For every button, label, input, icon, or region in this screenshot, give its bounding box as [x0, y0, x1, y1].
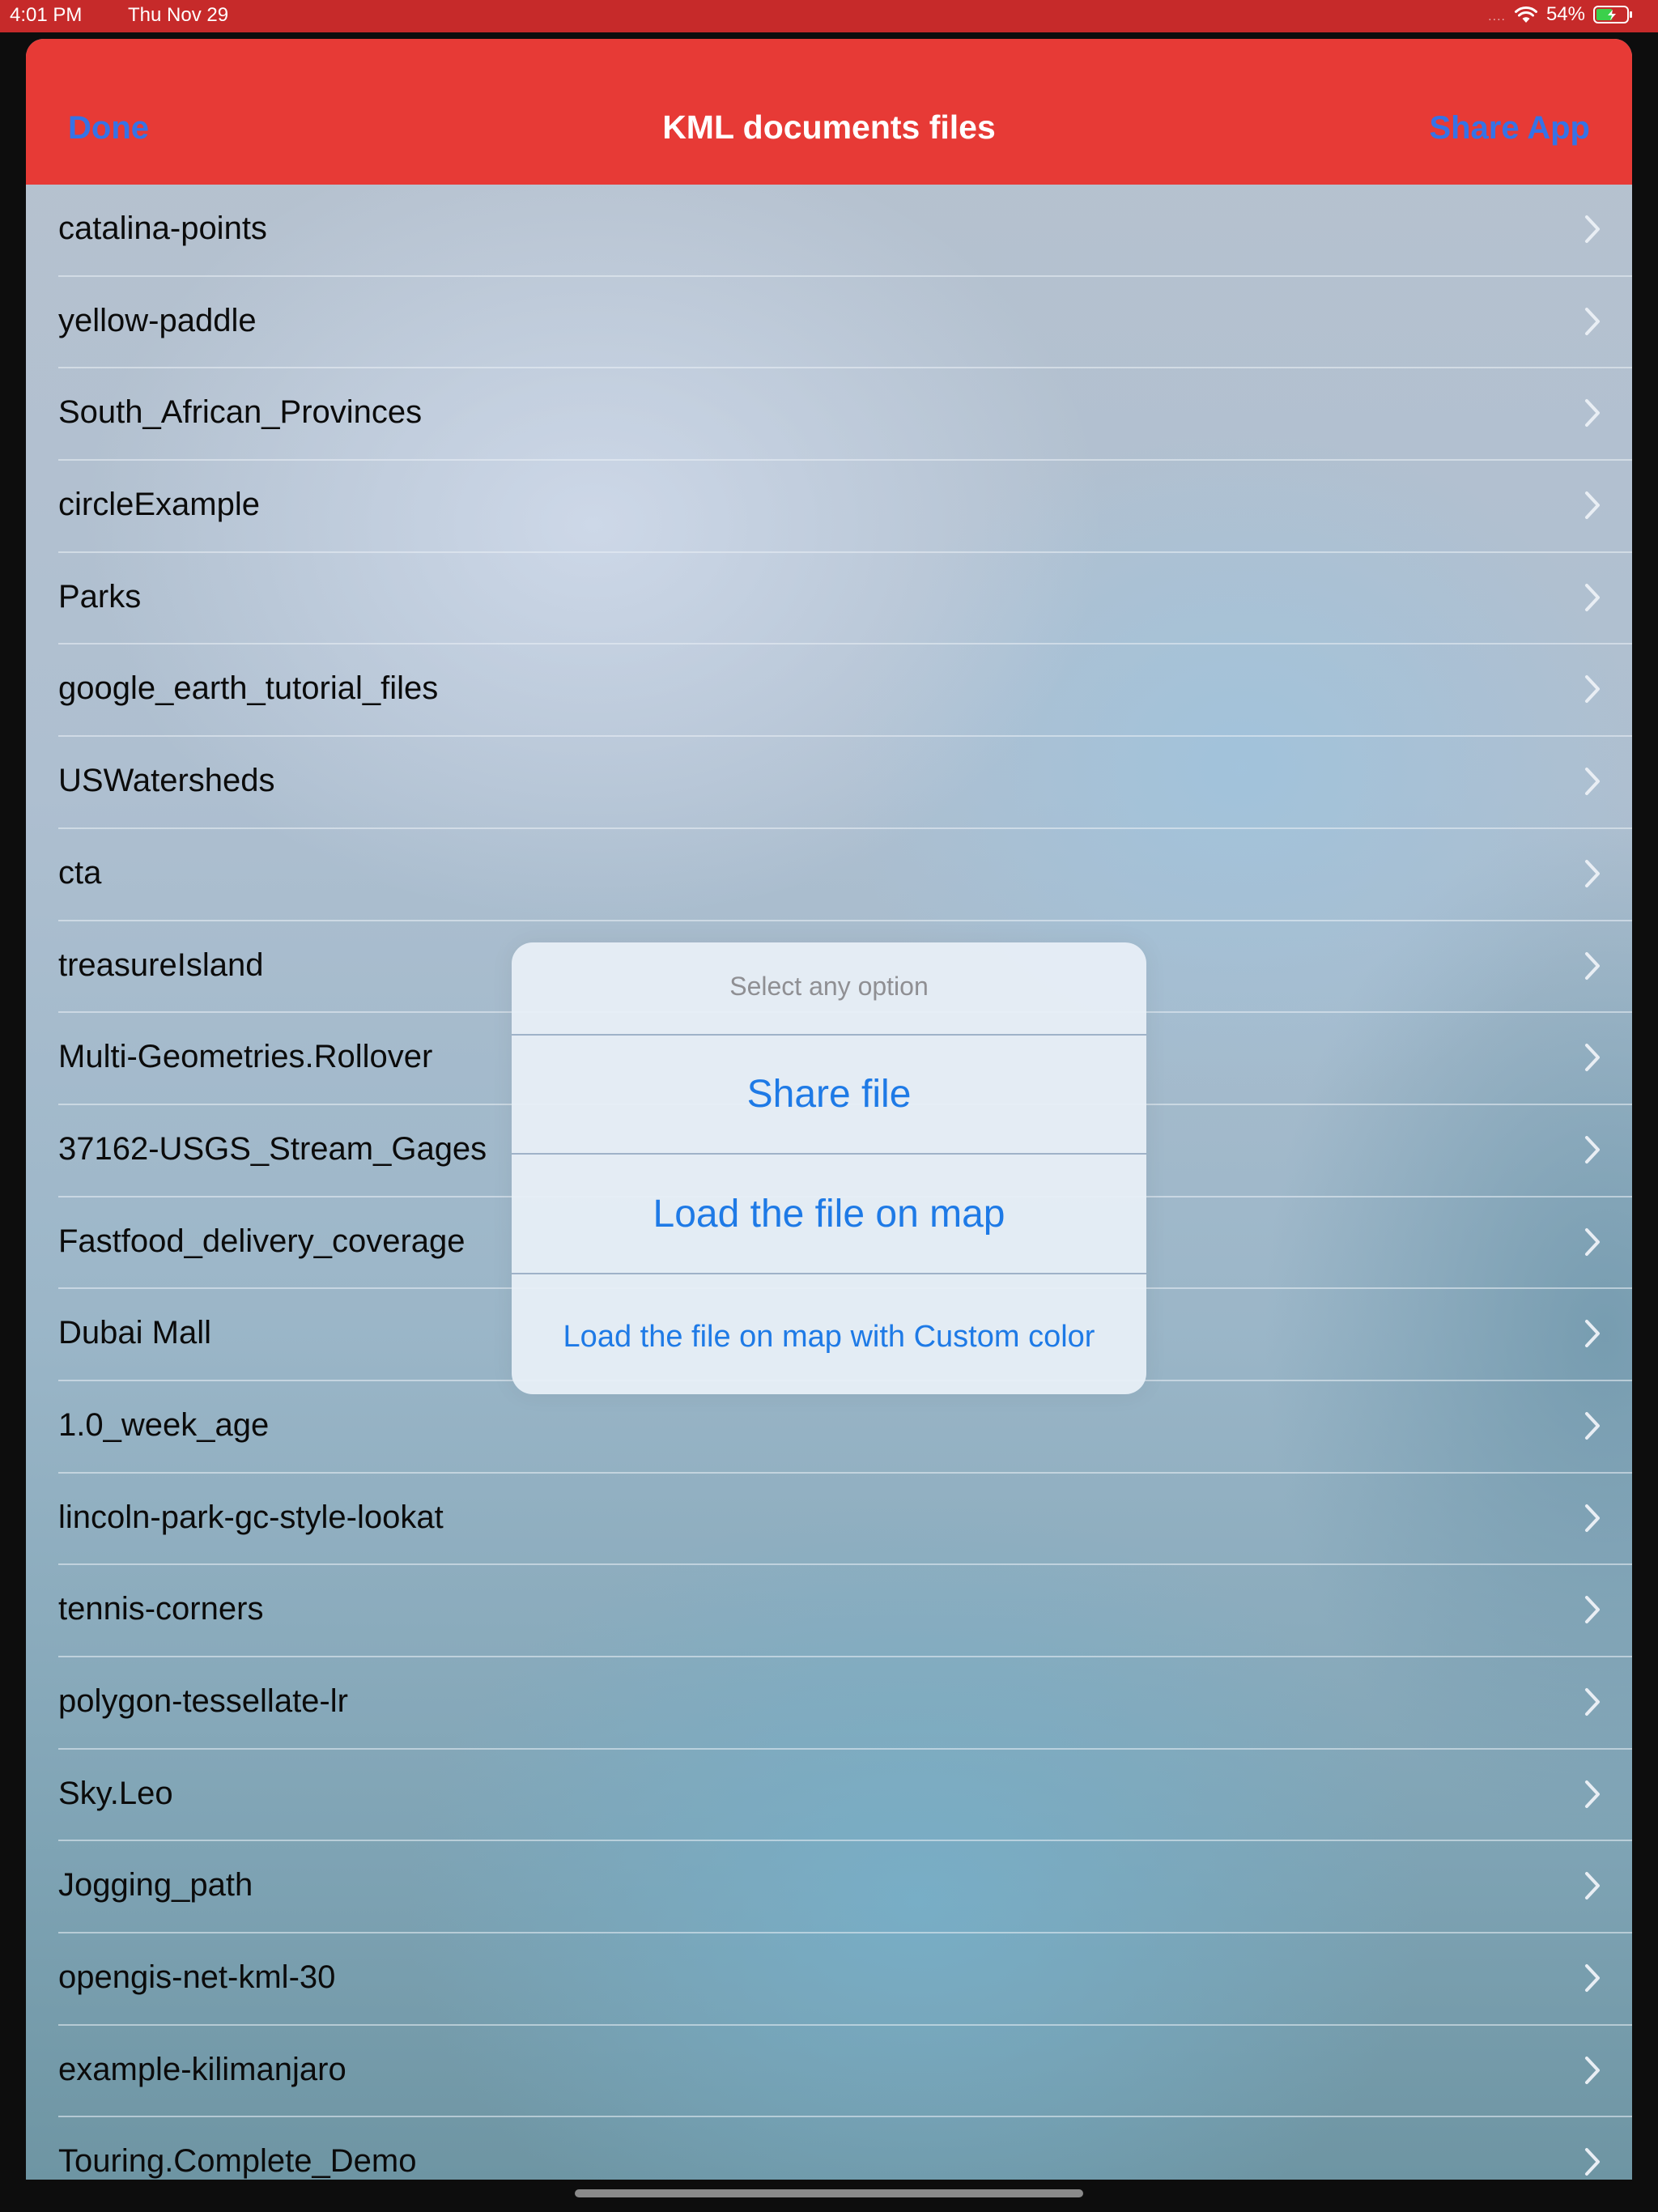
chevron-right-icon	[1584, 1503, 1601, 1534]
page-title: KML documents files	[662, 108, 996, 146]
file-name: cta	[58, 854, 102, 891]
list-item[interactable]: Jogging_path	[26, 1841, 1632, 1933]
share-app-button[interactable]: Share App	[1429, 110, 1590, 147]
popover-divider	[512, 1034, 1146, 1036]
list-item[interactable]: opengis-net-kml-30	[26, 1933, 1632, 2026]
list-item[interactable]: Parks	[26, 553, 1632, 645]
file-name: google_earth_tutorial_files	[58, 670, 439, 707]
file-name: yellow-paddle	[58, 302, 257, 338]
battery-percent: 54%	[1545, 3, 1585, 25]
list-item[interactable]: catalina-points	[26, 185, 1632, 277]
chevron-right-icon	[1584, 858, 1601, 889]
list-item[interactable]: tennis-corners	[26, 1565, 1632, 1657]
file-name: catalina-points	[58, 211, 267, 246]
chevron-right-icon	[1584, 766, 1601, 797]
popover-divider	[512, 1153, 1146, 1155]
list-item[interactable]: Touring.Complete_Demo	[26, 2117, 1632, 2180]
file-name: Parks	[58, 578, 142, 615]
status-date: Thu Nov 29	[128, 4, 229, 26]
chevron-right-icon	[1584, 1687, 1601, 1717]
chevron-right-icon	[1584, 1318, 1601, 1349]
list-item[interactable]: 1.0_week_age	[26, 1381, 1632, 1474]
file-name: South_African_Provinces	[58, 394, 423, 431]
chevron-right-icon	[1584, 951, 1601, 981]
action-popover: Select any option Share file Load the fi…	[512, 942, 1146, 1394]
file-name: 37162-USGS_Stream_Gages	[58, 1130, 487, 1167]
file-name: Touring.Complete_Demo	[58, 2143, 417, 2180]
chevron-right-icon	[1584, 1963, 1601, 1993]
file-name: lincoln-park-gc-style-lookat	[58, 1499, 444, 1535]
share-file-option[interactable]: Share file	[512, 1072, 1146, 1117]
list-item[interactable]: example-kilimanjaro	[26, 2026, 1632, 2118]
list-item[interactable]: Sky.Leo	[26, 1750, 1632, 1842]
chevron-right-icon	[1584, 1594, 1601, 1625]
chevron-right-icon	[1584, 1227, 1601, 1257]
file-name: Fastfood_delivery_coverage	[58, 1223, 466, 1259]
wifi-icon	[1514, 6, 1538, 23]
list-item[interactable]: yellow-paddle	[26, 277, 1632, 369]
file-name: Multi-Geometries.Rollover	[58, 1039, 433, 1075]
file-name: Jogging_path	[58, 1867, 253, 1904]
popover-title: Select any option	[729, 972, 929, 1001]
status-indicators: .... 54%	[1488, 3, 1634, 26]
navigation-bar: Done KML documents files Share App	[26, 39, 1632, 185]
file-name: USWatersheds	[58, 763, 275, 799]
chevron-right-icon	[1584, 490, 1601, 521]
chevron-right-icon	[1584, 1870, 1601, 1901]
status-time: 4:01 PM	[10, 4, 83, 26]
list-item[interactable]: circleExample	[26, 461, 1632, 553]
chevron-right-icon	[1584, 306, 1601, 337]
popover-divider	[512, 1273, 1146, 1274]
file-name: opengis-net-kml-30	[58, 1959, 336, 1996]
signal-dots-icon: ....	[1488, 10, 1506, 23]
chevron-right-icon	[1584, 214, 1601, 245]
file-name: Sky.Leo	[58, 1775, 173, 1811]
chevron-right-icon	[1584, 2146, 1601, 2177]
chevron-right-icon	[1584, 1779, 1601, 1810]
file-name: Dubai Mall	[58, 1315, 211, 1351]
list-item[interactable]: polygon-tessellate-lr	[26, 1657, 1632, 1750]
list-item[interactable]: google_earth_tutorial_files	[26, 644, 1632, 737]
chevron-right-icon	[1584, 398, 1601, 428]
file-name: polygon-tessellate-lr	[58, 1683, 348, 1719]
file-name: example-kilimanjaro	[58, 2051, 346, 2087]
file-name: 1.0_week_age	[58, 1406, 270, 1443]
chevron-right-icon	[1584, 674, 1601, 704]
chevron-right-icon	[1584, 2055, 1601, 2086]
chevron-right-icon	[1584, 1134, 1601, 1165]
list-item[interactable]: cta	[26, 829, 1632, 921]
load-file-on-map-option[interactable]: Load the file on map	[512, 1192, 1146, 1236]
list-item[interactable]: USWatersheds	[26, 737, 1632, 829]
load-file-custom-color-option[interactable]: Load the file on map with Custom color	[512, 1320, 1146, 1355]
file-name: treasureIsland	[58, 946, 264, 983]
battery-icon	[1593, 5, 1634, 24]
status-bar: 4:01 PM Thu Nov 29 .... 54%	[0, 0, 1658, 32]
chevron-right-icon	[1584, 1410, 1601, 1441]
file-name: tennis-corners	[58, 1591, 264, 1627]
file-name: circleExample	[58, 487, 260, 523]
chevron-right-icon	[1584, 582, 1601, 613]
chevron-right-icon	[1584, 1042, 1601, 1073]
list-item[interactable]: South_African_Provinces	[26, 368, 1632, 461]
list-item[interactable]: lincoln-park-gc-style-lookat	[26, 1474, 1632, 1566]
home-indicator[interactable]	[575, 2189, 1083, 2197]
